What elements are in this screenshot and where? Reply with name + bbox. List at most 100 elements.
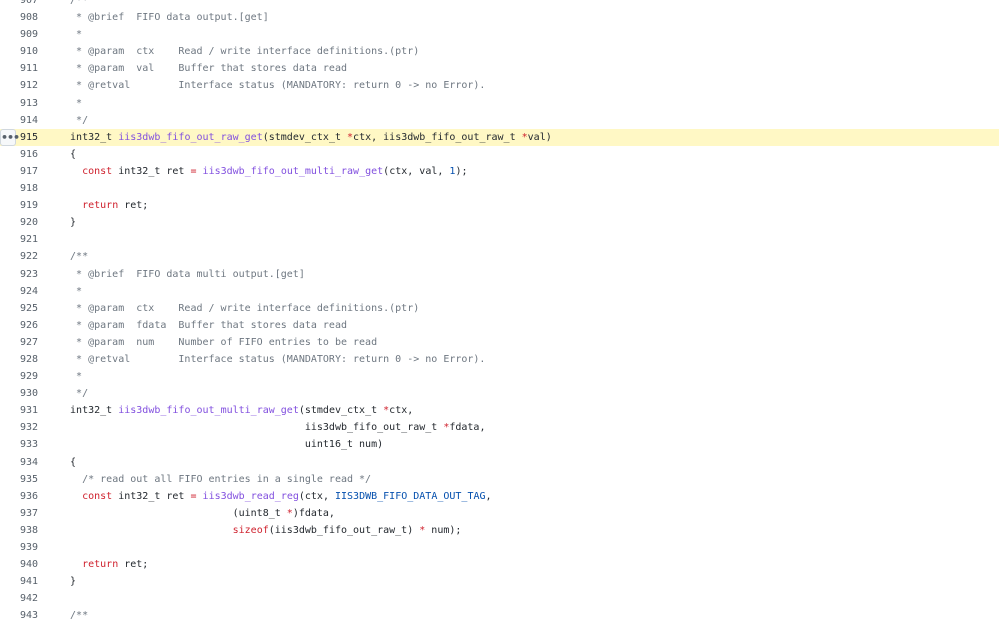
code-text: * @param fdata Buffer that stores data r…: [58, 317, 347, 334]
code-line: 940 return ret;: [0, 556, 999, 573]
code-token: * @param fdata Buffer that stores data r…: [58, 319, 347, 331]
code-token: ctx, iis3dwb_fifo_out_raw_t: [353, 131, 522, 143]
code-line: 937 (uint8_t *)fdata,: [0, 505, 999, 522]
line-number[interactable]: 910: [0, 43, 38, 60]
line-number[interactable]: 923: [0, 266, 38, 283]
line-number[interactable]: 921: [0, 231, 38, 248]
line-number[interactable]: 925: [0, 300, 38, 317]
code-token: val): [527, 131, 552, 143]
line-number[interactable]: 933: [0, 436, 38, 453]
code-text: const int32_t ret = iis3dwb_read_reg(ctx…: [58, 488, 492, 505]
line-number[interactable]: 931: [0, 402, 38, 419]
code-line: 924 *: [0, 283, 999, 300]
code-line: 914 */: [0, 112, 999, 129]
code-text: /**: [58, 248, 88, 265]
line-number[interactable]: 907: [0, 0, 38, 9]
code-text: */: [58, 385, 88, 402]
code-token: *: [58, 371, 83, 383]
line-number[interactable]: 928: [0, 351, 38, 368]
code-text: {: [58, 454, 76, 471]
line-number[interactable]: 924: [0, 283, 38, 300]
code-line: 933 uint16_t num): [0, 436, 999, 453]
code-token: ret;: [118, 200, 149, 212]
line-number[interactable]: 930: [0, 385, 38, 402]
line-number[interactable]: 936: [0, 488, 38, 505]
line-number[interactable]: 908: [0, 9, 38, 26]
code-token: /**: [58, 0, 89, 6]
code-text: * @param ctx Read / write interface defi…: [58, 300, 419, 317]
line-number[interactable]: 932: [0, 419, 38, 436]
code-text: * @brief FIFO data output.[get]: [58, 9, 269, 26]
line-number[interactable]: 927: [0, 334, 38, 351]
line-number[interactable]: 913: [0, 95, 38, 112]
line-number[interactable]: 943: [0, 607, 38, 624]
line-number[interactable]: 916: [0, 146, 38, 163]
code-token: IIS3DWB_FIFO_DATA_OUT_TAG: [335, 490, 486, 502]
code-token: * @param ctx Read / write interface defi…: [58, 46, 420, 58]
code-viewer[interactable]: 907 /** 908 * @brief FIFO data output.[ge…: [0, 0, 999, 624]
code-text: iis3dwb_fifo_out_raw_t *fdata,: [58, 419, 486, 436]
code-text: * @brief FIFO data multi output.[get]: [58, 266, 305, 283]
code-line: 908 * @brief FIFO data output.[get]: [0, 9, 999, 26]
code-text: {: [58, 146, 76, 163]
line-number[interactable]: 919: [0, 197, 38, 214]
code-token: */: [58, 388, 89, 400]
line-number[interactable]: 920: [0, 214, 38, 231]
line-number[interactable]: 940: [0, 556, 38, 573]
code-line: 911 * @param val Buffer that stores data…: [0, 60, 999, 77]
code-token: * @param ctx Read / write interface defi…: [58, 302, 420, 314]
code-token: (ctx, val,: [383, 165, 450, 177]
line-number[interactable]: 912: [0, 77, 38, 94]
code-line: 929 *: [0, 368, 999, 385]
code-token: }: [58, 576, 77, 588]
line-number[interactable]: 915: [0, 129, 38, 146]
line-number[interactable]: 926: [0, 317, 38, 334]
line-number[interactable]: 914: [0, 112, 38, 129]
line-number[interactable]: 942: [0, 590, 38, 607]
code-text: return ret;: [58, 556, 148, 573]
code-line: 910 * @param ctx Read / write interface …: [0, 43, 999, 60]
code-line: 927 * @param num Number of FIFO entries …: [0, 334, 999, 351]
code-line: 921: [0, 231, 999, 248]
code-text: * @retval Interface status (MANDATORY: r…: [58, 77, 485, 94]
code-text: /* read out all FIFO entries in a single…: [58, 471, 371, 488]
code-token: const: [82, 165, 113, 177]
code-line: 926 * @param fdata Buffer that stores da…: [0, 317, 999, 334]
code-token: int32_t ret: [112, 490, 191, 502]
line-number[interactable]: 939: [0, 539, 38, 556]
code-line: 942: [0, 590, 999, 607]
code-text: }: [58, 214, 76, 231]
code-token: );: [455, 165, 468, 177]
line-number[interactable]: 918: [0, 180, 38, 197]
code-lines: 907 /** 908 * @brief FIFO data output.[ge…: [0, 0, 999, 624]
code-token: ,: [485, 490, 492, 502]
code-line: 943 /**: [0, 607, 999, 624]
code-token: * @param val Buffer that stores data rea…: [58, 63, 347, 75]
code-token: * @brief FIFO data output.[get]: [58, 12, 269, 24]
code-token: (ctx,: [298, 490, 335, 502]
line-number[interactable]: 929: [0, 368, 38, 385]
code-line: 939: [0, 539, 999, 556]
code-line: 917 const int32_t ret = iis3dwb_fifo_out…: [0, 163, 999, 180]
code-line: 938 sizeof(iis3dwb_fifo_out_raw_t) * num…: [0, 522, 999, 539]
line-number[interactable]: 917: [0, 163, 38, 180]
line-number[interactable]: 909: [0, 26, 38, 43]
line-number[interactable]: 941: [0, 573, 38, 590]
line-number[interactable]: 938: [0, 522, 38, 539]
line-number[interactable]: 935: [0, 471, 38, 488]
code-token: ret;: [118, 559, 149, 571]
code-text: uint16_t num): [58, 436, 383, 453]
code-token: const: [82, 490, 113, 502]
line-number[interactable]: 911: [0, 60, 38, 77]
code-token: iis3dwb_read_reg: [202, 490, 299, 502]
line-number[interactable]: 934: [0, 454, 38, 471]
code-text: * @param num Number of FIFO entries to b…: [58, 334, 377, 351]
line-number[interactable]: 937: [0, 505, 38, 522]
code-line: ••• 915 int32_t iis3dwb_fifo_out_raw_get(…: [0, 128, 999, 146]
line-number[interactable]: 922: [0, 248, 38, 265]
code-line: 919 return ret;: [0, 197, 999, 214]
code-token: * @retval Interface status (MANDATORY: r…: [58, 80, 486, 92]
code-token: return: [82, 200, 119, 212]
